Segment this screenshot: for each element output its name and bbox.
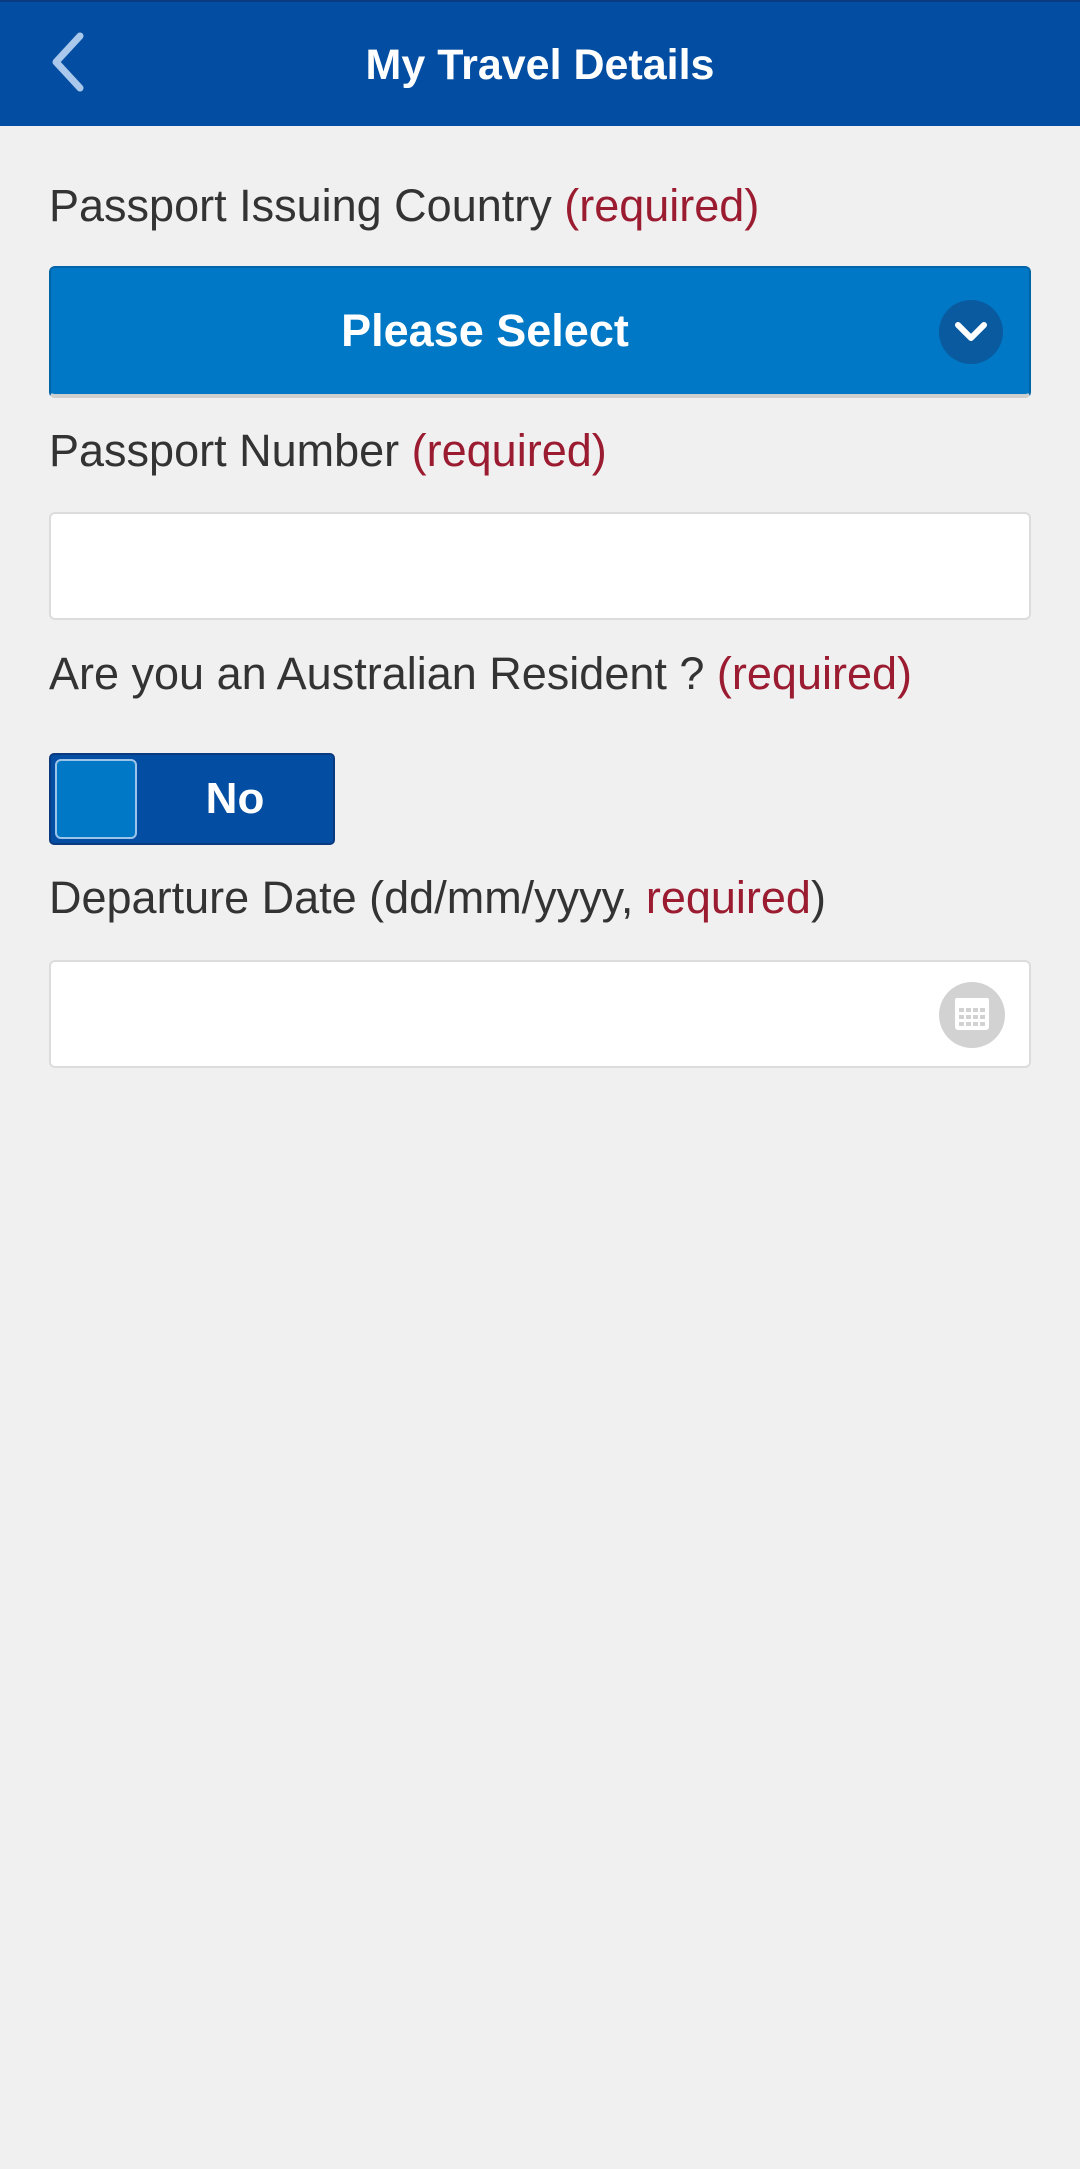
passport-country-select[interactable]: Please Select <box>49 266 1031 398</box>
calendar-button[interactable] <box>939 982 1005 1048</box>
passport-country-label: Passport Issuing Country (required) <box>49 180 759 232</box>
resident-toggle[interactable]: No <box>49 753 335 845</box>
departure-date-label: Departure Date (dd/mm/yyyy, required) <box>49 872 826 924</box>
page-title: My Travel Details <box>365 41 715 89</box>
departure-date-input[interactable] <box>49 960 1031 1068</box>
departure-date-field <box>49 960 1031 1068</box>
toggle-value: No <box>205 774 265 823</box>
resident-label: Are you an Australian Resident ? (requir… <box>49 648 912 700</box>
required-marker: (required) <box>411 425 607 476</box>
passport-number-input[interactable] <box>49 512 1031 620</box>
select-value: Please Select <box>341 305 629 356</box>
resident-label-text: Are you an Australian Resident ? <box>49 648 705 699</box>
departure-date-label-suffix: ) <box>810 872 826 923</box>
chevron-down-icon <box>939 300 1003 364</box>
passport-country-label-text: Passport Issuing Country <box>49 180 552 231</box>
required-marker: (required) <box>716 648 912 699</box>
toggle-knob <box>55 759 137 839</box>
passport-number-label: Passport Number (required) <box>49 425 607 477</box>
calendar-icon <box>952 993 992 1038</box>
passport-number-label-text: Passport Number <box>49 425 400 476</box>
app-header: My Travel Details <box>0 0 1080 126</box>
departure-date-label-prefix: Departure Date (dd/mm/yyyy, <box>49 872 646 923</box>
required-marker: (required) <box>564 180 760 231</box>
required-marker: required <box>645 872 811 923</box>
